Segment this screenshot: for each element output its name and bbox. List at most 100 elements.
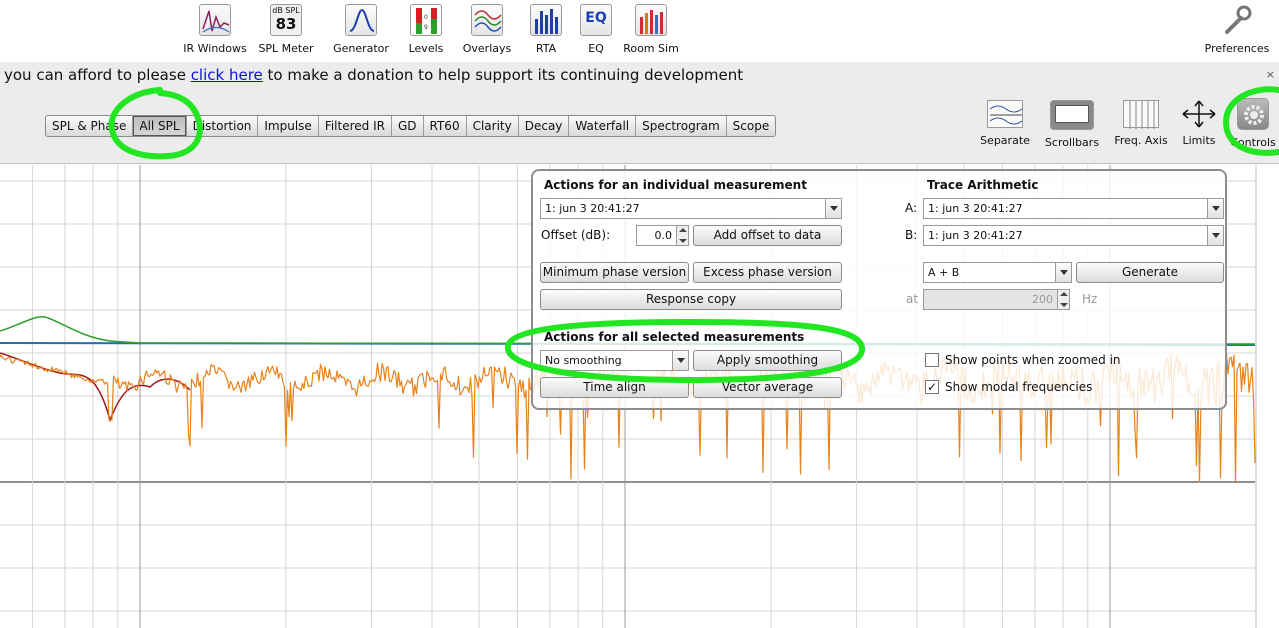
tab-filtered-ir[interactable]: Filtered IR xyxy=(319,116,392,136)
overlays-label: Overlays xyxy=(462,42,512,55)
limits-button[interactable]: Limits xyxy=(1178,100,1220,156)
room-sim-icon xyxy=(635,4,667,36)
preferences-button[interactable]: Preferences xyxy=(1200,4,1274,58)
tab-decay[interactable]: Decay xyxy=(519,116,570,136)
wrench-icon xyxy=(1221,4,1253,36)
apply-smoothing-button[interactable]: Apply smoothing xyxy=(693,350,842,371)
trace-b-select[interactable]: 1: jun 3 20:41:27 xyxy=(923,225,1224,246)
svg-text:9: 9 xyxy=(424,24,428,31)
ir-windows-button[interactable]: IR Windows xyxy=(183,4,247,58)
chevron-down-icon xyxy=(1207,199,1223,218)
generator-button[interactable]: Generator xyxy=(329,4,393,58)
spl-meter-button[interactable]: dB SPL 83 SPL Meter xyxy=(256,4,316,58)
separate-label: Separate xyxy=(980,134,1030,147)
show-points-checkbox[interactable] xyxy=(925,353,939,367)
measurement-select-value: 1: jun 3 20:41:27 xyxy=(545,202,640,215)
offset-label: Offset (dB): xyxy=(541,228,611,242)
tab-gd[interactable]: GD xyxy=(392,116,424,136)
time-align-button[interactable]: Time align xyxy=(540,377,689,398)
freq-axis-button[interactable]: Freq. Axis xyxy=(1112,100,1170,156)
donation-banner: you can afford to please click here to m… xyxy=(0,62,1279,88)
operation-select-value: A + B xyxy=(928,266,960,279)
freq-axis-label: Freq. Axis xyxy=(1114,134,1168,147)
trace-b-value: 1: jun 3 20:41:27 xyxy=(928,229,1023,242)
limits-label: Limits xyxy=(1182,134,1216,147)
ir-windows-label: IR Windows xyxy=(183,42,247,55)
chevron-down-icon xyxy=(1207,226,1223,245)
tab-spectrogram[interactable]: Spectrogram xyxy=(636,116,727,136)
controls-label: Controls xyxy=(1230,136,1276,149)
close-icon[interactable]: × xyxy=(1266,62,1275,88)
scrollbars-icon-screen xyxy=(1055,105,1089,123)
show-modal-checkbox[interactable]: ✓ xyxy=(925,380,939,394)
spl-meter-value: 83 xyxy=(275,15,297,33)
show-modal-label: Show modal frequencies xyxy=(945,380,1093,394)
scrollbars-label: Scrollbars xyxy=(1044,136,1100,149)
controls-button[interactable]: Controls xyxy=(1228,98,1278,156)
minimum-phase-button[interactable]: Minimum phase version xyxy=(540,262,689,283)
overlays-button[interactable]: Overlays xyxy=(458,4,516,58)
rta-button[interactable]: RTA xyxy=(526,4,566,58)
eq-button[interactable]: EQ EQ xyxy=(576,4,616,58)
eq-icon-text: EQ xyxy=(585,10,607,26)
measurement-select[interactable]: 1: jun 3 20:41:27 xyxy=(540,198,842,219)
levels-button[interactable]: 09 Levels xyxy=(403,4,449,58)
trace-arithmetic-title: Trace Arithmetic xyxy=(927,178,1039,192)
hz-label: Hz xyxy=(1082,292,1098,306)
preferences-label: Preferences xyxy=(1204,42,1270,55)
operation-select[interactable]: A + B xyxy=(923,262,1072,283)
tab-rt60[interactable]: RT60 xyxy=(424,116,467,136)
individual-actions-title: Actions for an individual measurement xyxy=(544,178,807,192)
excess-phase-button[interactable]: Excess phase version xyxy=(693,262,842,283)
freq-axis-icon xyxy=(1123,100,1159,129)
smoothing-select[interactable]: No smoothing xyxy=(540,350,689,371)
trace-a-label: A: xyxy=(905,201,918,215)
tab-waterfall[interactable]: Waterfall xyxy=(569,116,637,136)
vector-average-button[interactable]: Vector average xyxy=(693,377,842,398)
eq-icon: EQ xyxy=(580,4,612,36)
generator-label: Generator xyxy=(333,42,389,55)
tab-all-spl[interactable]: All SPL xyxy=(133,116,187,136)
gear-icon xyxy=(1237,98,1269,130)
frequency-value: 200 xyxy=(1032,293,1053,306)
rew-window: IR Windows dB SPL 83 SPL Meter Generator… xyxy=(0,0,1279,628)
scrollbars-button[interactable]: Scrollbars xyxy=(1042,100,1102,156)
chevron-down-icon xyxy=(1055,263,1071,282)
tab-impulse[interactable]: Impulse xyxy=(258,116,319,136)
levels-label: Levels xyxy=(408,42,444,55)
rta-label: RTA xyxy=(535,42,557,55)
graph-tabs: SPL & Phase All SPL Distortion Impulse F… xyxy=(45,115,777,137)
spl-meter-icon: dB SPL 83 xyxy=(270,4,302,36)
response-copy-button[interactable]: Response copy xyxy=(540,289,842,310)
banner-text-before: you can afford to please xyxy=(4,66,191,84)
scrollbars-icon xyxy=(1050,100,1094,130)
banner-text-after: to make a donation to help support its c… xyxy=(262,66,744,84)
generator-icon xyxy=(345,4,377,36)
room-sim-button[interactable]: Room Sim xyxy=(620,4,682,58)
tab-scope[interactable]: Scope xyxy=(727,116,776,136)
rta-icon xyxy=(530,4,562,36)
offset-value: 0.0 xyxy=(654,229,673,242)
trace-a-value: 1: jun 3 20:41:27 xyxy=(928,202,1023,215)
offset-spinner[interactable]: 0.0 xyxy=(636,225,689,246)
tab-clarity[interactable]: Clarity xyxy=(467,116,519,136)
tab-spl-phase[interactable]: SPL & Phase xyxy=(46,116,134,136)
spinner-arrows-icon[interactable] xyxy=(676,226,688,245)
generate-button[interactable]: Generate xyxy=(1076,262,1224,283)
spinner-arrows-icon xyxy=(1057,290,1069,309)
limits-arrows-icon xyxy=(1181,100,1217,128)
trace-b-label: B: xyxy=(905,228,918,242)
tab-distortion[interactable]: Distortion xyxy=(187,116,259,136)
room-sim-label: Room Sim xyxy=(623,42,679,55)
show-points-label: Show points when zoomed in xyxy=(945,353,1121,367)
controls-panel: Actions for an individual measurement 1:… xyxy=(531,169,1227,410)
add-offset-button[interactable]: Add offset to data xyxy=(693,225,842,246)
smoothing-select-value: No smoothing xyxy=(545,354,622,367)
separate-button[interactable]: Separate xyxy=(976,100,1034,156)
main-toolbar: IR Windows dB SPL 83 SPL Meter Generator… xyxy=(0,0,1279,62)
trace-a-select[interactable]: 1: jun 3 20:41:27 xyxy=(923,198,1224,219)
overlays-icon xyxy=(471,4,503,36)
levels-icon: 09 xyxy=(410,4,442,36)
donation-link[interactable]: click here xyxy=(191,66,263,84)
spl-meter-label: SPL Meter xyxy=(258,42,314,55)
